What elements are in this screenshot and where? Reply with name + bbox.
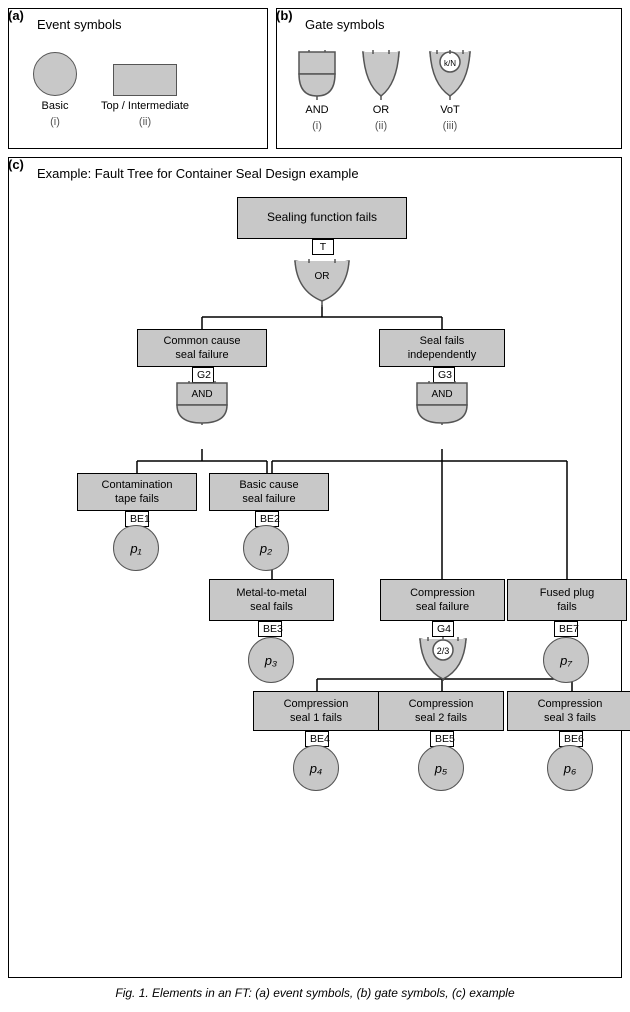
event-symbols: Basic (i) Top / Intermediate (ii) xyxy=(17,42,259,138)
be5-node: Compressionseal 2 fails xyxy=(378,691,504,731)
be6-node: Compressionseal 3 fails xyxy=(507,691,630,731)
vot-gate-g4: 2/3 xyxy=(416,637,470,681)
panel-a-label: (a) xyxy=(8,8,24,23)
p6-circle: p₆ xyxy=(547,745,593,791)
basic-sub: (i) xyxy=(50,116,60,128)
p1-circle: p₁ xyxy=(113,525,159,571)
g3-node: Seal failsindependently xyxy=(379,329,505,367)
and-sub: (i) xyxy=(312,120,322,132)
svg-text:2/3: 2/3 xyxy=(437,646,450,656)
vot-gate-icon: k/N xyxy=(423,50,477,100)
svg-text:AND: AND xyxy=(191,389,212,400)
be3-label: BE3 xyxy=(258,621,282,637)
basic-label: Basic xyxy=(42,100,69,112)
figure-caption: Fig. 1. Elements in an FT: (a) event sym… xyxy=(8,986,622,1000)
and-gate-g2: AND xyxy=(175,381,229,425)
p3-circle: p₃ xyxy=(248,637,294,683)
panel-b-title: Gate symbols xyxy=(305,17,613,32)
p4-circle: p₄ xyxy=(293,745,339,791)
g4-node: Compressionseal failure xyxy=(380,579,505,621)
or-gate-main: OR xyxy=(291,259,353,307)
be3-node: Metal-to-metalseal fails xyxy=(209,579,334,621)
be4-node: Compressionseal 1 fails xyxy=(253,691,379,731)
vot-label: VoT xyxy=(440,104,460,116)
main-container: (a) Event symbols Basic (i) Top / Interm… xyxy=(0,0,630,1008)
intermediate-event-symbol: Top / Intermediate (ii) xyxy=(101,64,189,128)
vot-sub: (iii) xyxy=(443,120,458,132)
be7-node: Fused plugfails xyxy=(507,579,627,621)
intermediate-label: Top / Intermediate xyxy=(101,100,189,112)
and-label: AND xyxy=(305,104,328,116)
svg-text:OR: OR xyxy=(315,271,330,282)
svg-text:k/N: k/N xyxy=(444,59,456,68)
g4-label: G4 xyxy=(432,621,454,637)
panel-a-title: Event symbols xyxy=(37,17,259,32)
panel-a: (a) Event symbols Basic (i) Top / Interm… xyxy=(8,8,268,149)
and-gate-icon xyxy=(295,50,339,100)
p7-circle: p₇ xyxy=(543,637,589,683)
panel-c-label: (c) xyxy=(8,157,24,172)
basic-event-symbol: Basic (i) xyxy=(33,52,77,128)
g2-node: Common causeseal failure xyxy=(137,329,267,367)
and-gate-g3: AND xyxy=(415,381,469,425)
svg-text:AND: AND xyxy=(431,389,452,400)
fault-tree: Sealing function fails T OR Common cause… xyxy=(17,189,613,969)
p5-circle: p₅ xyxy=(418,745,464,791)
and-gate-symbol: AND (i) xyxy=(295,50,339,132)
panel-c-title: Example: Fault Tree for Container Seal D… xyxy=(37,166,613,181)
be2-node: Basic causeseal failure xyxy=(209,473,329,511)
be1-node: Contaminationtape fails xyxy=(77,473,197,511)
intermediate-rect-icon xyxy=(113,64,177,96)
top-label: T xyxy=(312,239,334,255)
panel-c: (c) Example: Fault Tree for Container Se… xyxy=(8,157,622,978)
top-row: (a) Event symbols Basic (i) Top / Interm… xyxy=(8,8,622,149)
vot-gate-symbol: k/N VoT (iii) xyxy=(423,50,477,132)
or-gate-icon xyxy=(359,50,403,100)
or-sub: (ii) xyxy=(375,120,387,132)
panel-b-label: (b) xyxy=(276,8,293,23)
or-gate-symbol: OR (ii) xyxy=(359,50,403,132)
top-node: Sealing function fails xyxy=(237,197,407,239)
be7-label: BE7 xyxy=(554,621,578,637)
panel-b: (b) Gate symbols AND (i) xyxy=(276,8,622,149)
or-label: OR xyxy=(373,104,390,116)
intermediate-sub: (ii) xyxy=(139,116,151,128)
gate-symbols: AND (i) OR (ii) xyxy=(285,42,613,140)
basic-circle-icon xyxy=(33,52,77,96)
p2-circle: p₂ xyxy=(243,525,289,571)
